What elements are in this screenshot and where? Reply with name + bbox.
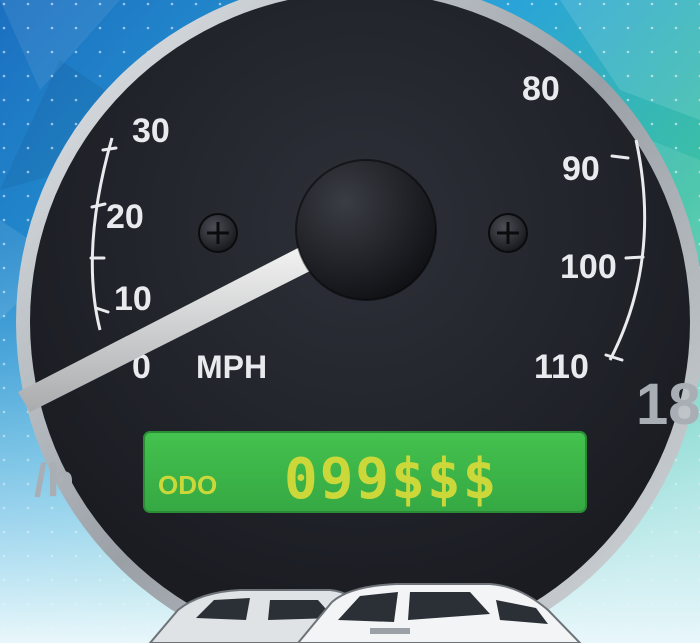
tick-label-20: 20 [106,198,144,236]
odometer-value: 099$$$ [284,447,498,512]
odometer-display: ODO 099$$$ [143,431,587,513]
odometer-label: ODO [158,470,217,500]
tick-label-100: 100 [560,248,617,286]
speedometer-scene: 0 10 20 30 80 90 100 110 18 /h MPH ODO 0… [0,0,700,643]
tick-label-10: 10 [114,280,152,318]
tick-label-110: 110 [534,348,589,386]
car-silhouettes-icon [148,583,582,643]
screw-right-icon [488,213,528,253]
partial-unit-label: /h [34,454,75,506]
tick-label-80: 80 [522,70,560,108]
tick-label-90: 90 [562,150,600,188]
outer-partial-number: 18 [636,372,700,437]
tick-label-30: 30 [132,112,170,150]
center-hub-icon [295,159,437,301]
gauge-dial [30,0,690,643]
unit-label: MPH [196,349,267,385]
screw-left-icon [198,213,238,253]
